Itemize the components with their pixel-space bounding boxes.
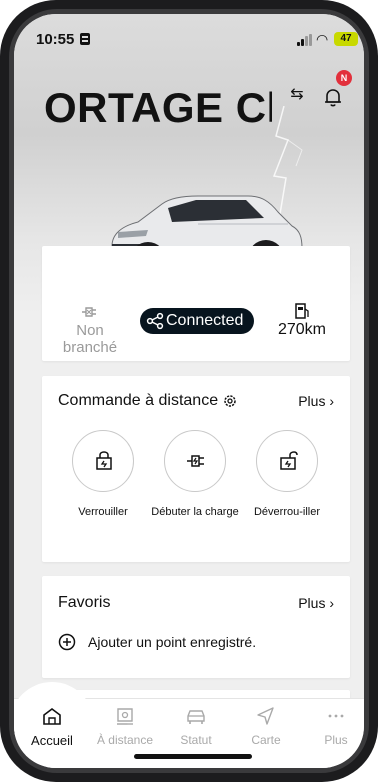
remote-control-title: Commande à distance (58, 392, 219, 409)
lock-label: Verrouiller (78, 506, 128, 518)
favorites-title: Favoris (58, 594, 111, 611)
plug-status-label: Non branché (62, 322, 118, 356)
tab-home-label: Accueil (31, 733, 73, 748)
vehicle-status-card: Non branché Connected 270km (42, 246, 350, 361)
home-icon (43, 708, 61, 725)
tab-home[interactable]: Accueil (17, 706, 87, 748)
tab-remote-label: À distance (96, 733, 154, 747)
bell-icon[interactable] (322, 86, 344, 108)
home-indicator[interactable] (134, 754, 252, 759)
tab-map[interactable]: Carte (231, 706, 301, 747)
clock: 10:55 (36, 31, 75, 48)
cellular-signal-icon (297, 34, 313, 46)
tab-map-label: Carte (251, 733, 281, 747)
share-connection-icon (146, 312, 164, 330)
car-status-icon (187, 710, 205, 724)
unlock-button[interactable] (256, 430, 318, 492)
app-screen: 10:55 ◠ 47 ORTAGE Ch ⇆ N Non branché Con… (14, 14, 364, 768)
add-saved-point-link[interactable]: Ajouter un point enregistré. (88, 634, 256, 650)
tab-status[interactable]: Statut (161, 706, 231, 747)
status-bar: 10:55 ◠ 47 (14, 14, 364, 60)
fuel-pump-icon (295, 303, 309, 319)
battery-indicator: 47 (334, 32, 358, 46)
unlock-door-icon (280, 451, 298, 470)
wifi-icon: ◠ (316, 31, 329, 47)
gear-icon[interactable] (222, 393, 238, 409)
add-circle-icon[interactable] (58, 633, 76, 651)
plug-status: Non branché (60, 304, 120, 356)
range-value: 270km (277, 321, 327, 338)
unlock-label: Déverrou-iller (253, 506, 321, 518)
favorites-more-label: Plus (298, 595, 326, 611)
tab-status-label: Statut (180, 733, 212, 747)
tab-more-label: Plus (324, 733, 348, 747)
unlock-action[interactable]: Déverrou-iller (242, 430, 332, 519)
remote-more-link[interactable]: Plus › (298, 393, 334, 409)
vehicle-name-title: ORTAGE Ch (44, 84, 272, 131)
start-charge-action[interactable]: Débuter la charge (150, 430, 240, 519)
more-dots-icon (328, 714, 344, 718)
remote-control-card: Commande à distance Plus › Verrouiller D… (42, 376, 350, 562)
remote-icon (117, 708, 133, 725)
lock-door-icon (96, 451, 112, 470)
notification-badge: N (336, 70, 352, 86)
tab-more[interactable]: Plus (301, 706, 364, 747)
start-charge-label: Débuter la charge (151, 506, 239, 518)
navigation-icon (257, 707, 274, 725)
lock-action[interactable]: Verrouiller (58, 430, 148, 519)
id-card-icon (80, 33, 90, 45)
charge-plug-icon (187, 455, 204, 467)
remote-more-label: Plus (298, 393, 326, 409)
favorites-more-link[interactable]: Plus › (298, 595, 334, 611)
favorites-card: Favoris Plus › Ajouter un point enregist… (42, 576, 350, 678)
lock-button[interactable] (72, 430, 134, 492)
swap-arrows-icon[interactable]: ⇆ (286, 84, 308, 106)
unplugged-icon (82, 307, 96, 317)
start-charge-button[interactable] (164, 430, 226, 492)
tab-remote[interactable]: À distance (90, 706, 160, 747)
range-status: 270km (262, 302, 342, 339)
